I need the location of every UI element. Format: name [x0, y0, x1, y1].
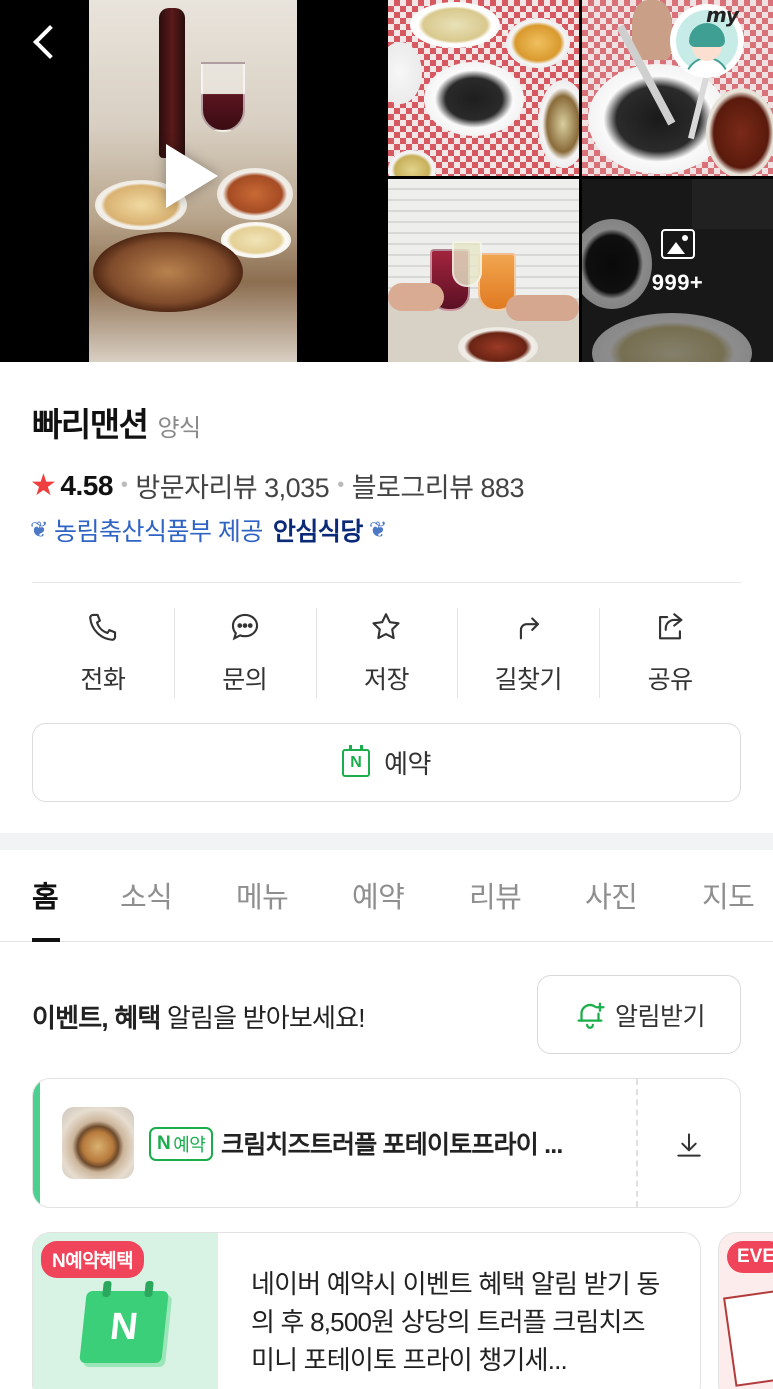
tab-menu[interactable]: 메뉴 [236, 874, 289, 916]
action-bar: 전화 문의 저장 길찾기 공유 [32, 606, 741, 700]
reservation-badge: N 예약 [149, 1127, 214, 1161]
tab-news[interactable]: 소식 [120, 874, 173, 916]
badge-n: N [157, 1133, 171, 1154]
star-icon: ★ [30, 468, 57, 503]
stats-row: ★ 4.58 • 방문자리뷰 3,035 • 블로그리뷰 883 [30, 466, 524, 505]
naver-reservation-icon: N [342, 744, 371, 777]
coupon-thumbnail [62, 1107, 134, 1179]
share-icon [659, 613, 683, 640]
chat-icon [231, 613, 258, 641]
coupon-title: 크림치즈트러플 포테이토프라이 ... [221, 1131, 563, 1159]
gallery-photo-3[interactable] [388, 179, 579, 362]
separator-dot: • [120, 474, 128, 496]
event-description: 네이버 예약시 이벤트 혜택 알림 받기 동의 후 8,500원 상당의 트러플… [251, 1269, 660, 1375]
subscribe-alert-label: 알림받기 [614, 1002, 706, 1031]
tab-bar: 홈 소식 메뉴 예약 리뷰 사진 지도 [0, 850, 773, 942]
reserve-button[interactable]: N 예약 [32, 723, 741, 802]
place-name: 빠리맨션 [32, 406, 149, 443]
calendar-icon: N [79, 1291, 169, 1363]
section-gap [0, 833, 773, 850]
inquiry-button[interactable]: 문의 [173, 606, 316, 700]
play-icon[interactable] [166, 144, 218, 208]
gallery-photo-1[interactable] [388, 0, 579, 176]
separator-dot: • [337, 474, 344, 496]
coupon-card[interactable]: N 예약 크림치즈트러플 포테이토프라이 ... [32, 1078, 741, 1208]
blog-reviews-link[interactable]: 블로그리뷰 883 [352, 466, 525, 505]
call-button[interactable]: 전화 [32, 606, 174, 700]
photo-count[interactable]: 999+ [582, 229, 773, 296]
photo-count-label: 999+ [651, 270, 704, 295]
reserve-label: 예약 [384, 749, 431, 779]
inquiry-label: 문의 [222, 666, 268, 694]
bell-plus-icon [577, 1002, 605, 1029]
directions-icon [520, 617, 540, 640]
alert-message-bold: 이벤트, 혜택 [32, 1003, 161, 1033]
back-button[interactable] [22, 16, 66, 68]
phone-icon [89, 613, 116, 641]
badge-label: 예약 [173, 1135, 206, 1155]
star-outline-icon [372, 613, 401, 640]
my-label: my [706, 3, 739, 27]
coupon-accent [33, 1079, 40, 1207]
certification-row[interactable]: ❦ 농림축산식품부 제공 안심식당 ❦ [30, 512, 387, 548]
event-tag: N예약혜택 [41, 1241, 145, 1278]
tab-reviews[interactable]: 리뷰 [469, 874, 522, 916]
visitor-reviews-link[interactable]: 방문자리뷰 3,035 [135, 466, 329, 505]
alert-message-rest: 알림을 받아보세요! [160, 1003, 366, 1033]
laurel-left-icon: ❦ [30, 517, 48, 543]
laurel-right-icon: ❦ [368, 517, 387, 543]
alert-message: 이벤트, 혜택 알림을 받아보세요! [32, 998, 365, 1035]
save-label: 저장 [363, 666, 410, 694]
subscribe-alert-button[interactable]: 알림받기 [537, 975, 741, 1054]
save-button[interactable]: 저장 [315, 606, 458, 700]
photo-gallery: 999+ my [0, 0, 773, 362]
image-icon [660, 229, 695, 259]
cert-provider: 농림축산식품부 제공 [53, 518, 263, 546]
event-card[interactable]: N예약혜택 N 네이버 예약시 이벤트 혜택 알림 받기 동의 후 8,500원… [32, 1232, 701, 1389]
tab-reservation[interactable]: 예약 [352, 874, 405, 916]
active-tab-indicator [32, 938, 60, 942]
rating-value: 4.58 [60, 469, 113, 501]
event-card-2[interactable]: EVE [718, 1232, 773, 1389]
share-label: 공유 [647, 666, 694, 694]
call-label: 전화 [80, 666, 126, 694]
directions-button[interactable]: 길찾기 [457, 606, 599, 700]
tab-photos[interactable]: 사진 [585, 874, 638, 916]
event-image: N예약혜택 N [33, 1233, 218, 1389]
download-icon[interactable] [673, 1129, 705, 1161]
place-category: 양식 [157, 415, 201, 442]
coupon-separator [636, 1079, 638, 1207]
share-button[interactable]: 공유 [599, 606, 741, 700]
event-image-2 [723, 1289, 773, 1387]
directions-label: 길찾기 [494, 666, 563, 694]
place-title-row: 빠리맨션 양식 [32, 398, 201, 446]
divider [32, 582, 741, 583]
tab-map[interactable]: 지도 [702, 874, 755, 916]
cert-name: 안심식당 [272, 518, 364, 546]
tab-home[interactable]: 홈 [32, 874, 59, 916]
event-tag-2: EVE [727, 1241, 773, 1273]
